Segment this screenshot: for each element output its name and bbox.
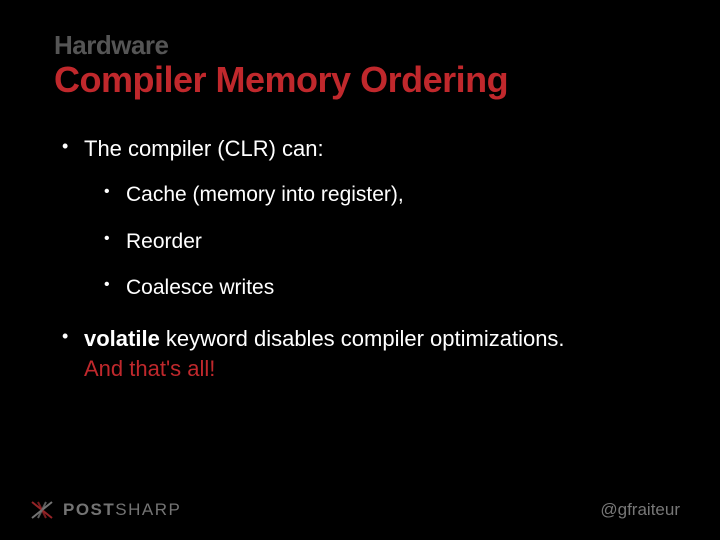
slide-footer: POSTSHARP @gfraiteur <box>0 500 720 520</box>
postsharp-logo: POSTSHARP <box>30 500 181 520</box>
logo-text: POSTSHARP <box>63 500 181 520</box>
slide-title: Compiler Memory Ordering <box>54 60 666 100</box>
bullet-list: The compiler (CLR) can: Cache (memory in… <box>54 134 666 384</box>
slide: Hardware Compiler Memory Ordering The co… <box>0 0 720 540</box>
twitter-handle: @gfraiteur <box>600 500 680 520</box>
bullet-text: keyword disables compiler optimizations. <box>160 326 565 351</box>
bullet-item: The compiler (CLR) can: Cache (memory in… <box>60 134 666 303</box>
keyword-volatile: volatile <box>84 326 160 351</box>
sub-bullet-item: Reorder <box>102 228 666 256</box>
bullet-text: The compiler (CLR) can: <box>84 136 324 161</box>
sub-bullet-item: Coalesce writes <box>102 274 666 302</box>
logo-text-bold: POST <box>63 500 115 519</box>
logo-icon <box>30 500 54 520</box>
bullet-item: volatile keyword disables compiler optim… <box>60 324 666 383</box>
eyebrow-text: Hardware <box>54 32 666 58</box>
warning-text: And that's all! <box>84 356 215 381</box>
sub-bullet-item: Cache (memory into register), <box>102 181 666 209</box>
logo-text-thin: SHARP <box>115 500 181 519</box>
sub-bullet-list: Cache (memory into register), Reorder Co… <box>84 181 666 302</box>
